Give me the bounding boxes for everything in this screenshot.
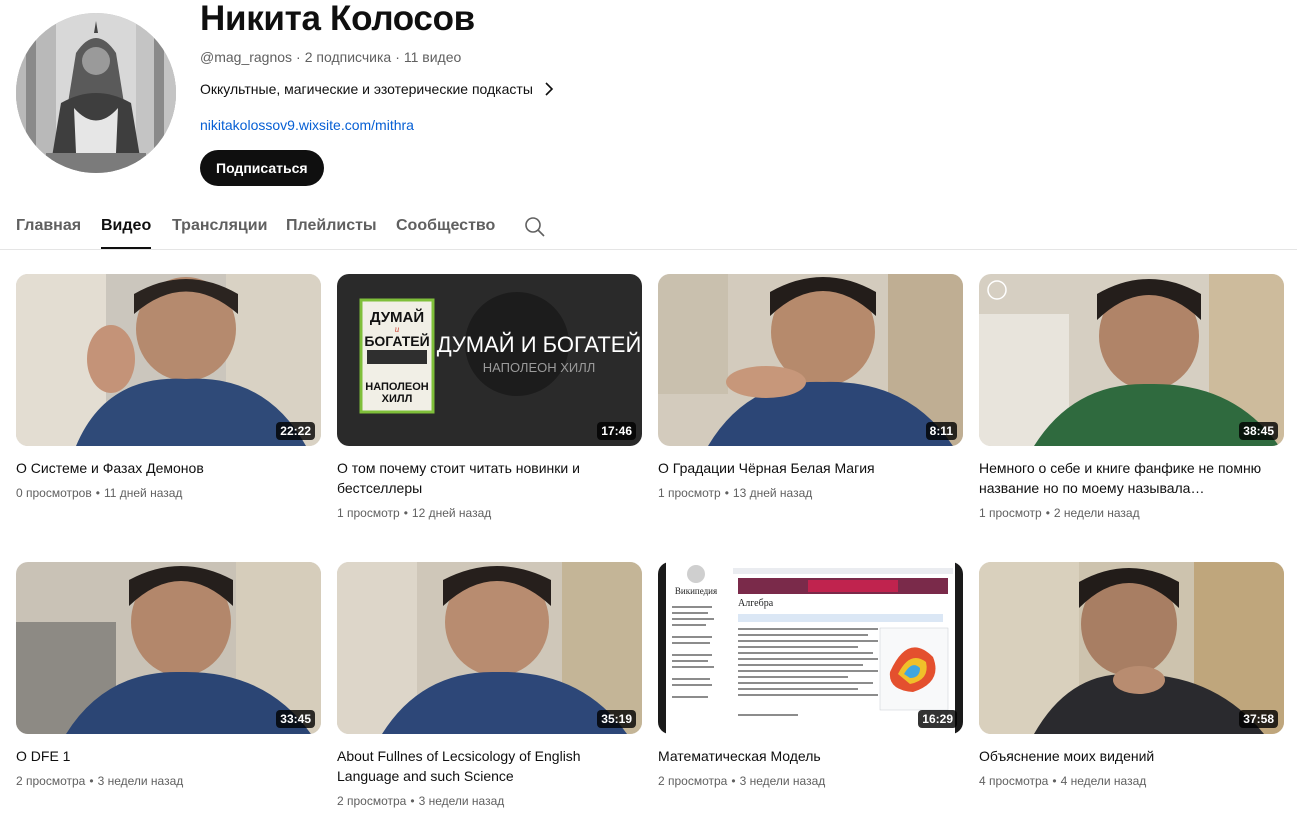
video-title[interactable]: Немного о себе и книге фанфике не помню … <box>979 458 1279 498</box>
meta-dot: • <box>95 486 100 500</box>
description-text: Оккультные, магические и эзотерические п… <box>200 81 533 97</box>
view-count: 2 просмотра <box>337 794 407 808</box>
video-meta: 1 просмотр • 13 дней назад <box>658 484 963 502</box>
wiki-logo-text: Википедия <box>675 586 717 596</box>
video-card[interactable]: ДУМАЙ и БОГАТЕЙ НАПОЛЕОН ХИЛЛ ДУМАЙ И БО… <box>337 274 642 522</box>
video-meta: 1 просмотр • 2 недели назад <box>979 504 1284 522</box>
channel-link[interactable]: nikitakolossov9.wixsite.com/mithra <box>200 116 414 134</box>
video-duration: 17:46 <box>597 422 636 440</box>
video-card[interactable]: 8:11 О Градации Чёрная Белая Магия 1 про… <box>658 274 963 502</box>
banner-author: НАПОЛЕОН ХИЛЛ <box>483 360 596 375</box>
upload-age: 13 дней назад <box>732 486 813 500</box>
book-author-line-2: ХИЛЛ <box>382 393 413 405</box>
video-thumbnail[interactable]: 37:58 <box>979 562 1284 734</box>
video-title[interactable]: About Fullnes of Lecsicology of English … <box>337 746 637 786</box>
search-icon[interactable] <box>524 216 546 238</box>
video-meta: 0 просмотров • 11 дней назад <box>16 484 321 502</box>
meta-dot: • <box>89 774 94 788</box>
meta-dot: • <box>410 794 415 808</box>
tab-home[interactable]: Главная <box>16 216 81 236</box>
subscriber-count: 2 подписчика <box>304 49 392 65</box>
banner-title: ДУМАЙ И БОГАТЕЙ <box>437 332 642 357</box>
view-count: 0 просмотров <box>16 486 92 500</box>
video-card[interactable]: 33:45 О DFE 1 2 просмотра • 3 недели наз… <box>16 562 321 790</box>
wiki-heading: Алгебра <box>738 598 774 609</box>
meta-separator: · <box>296 49 301 65</box>
video-thumbnail[interactable]: Википедия Алгебра 16:29 <box>658 562 963 734</box>
chevron-right-icon <box>543 80 555 98</box>
upload-age: 2 недели назад <box>1053 506 1140 520</box>
video-title[interactable]: О DFE 1 <box>16 746 316 766</box>
meta-dot: • <box>1045 506 1050 520</box>
statue-avatar-icon <box>16 13 176 173</box>
video-meta: 4 просмотра • 4 недели назад <box>979 772 1284 790</box>
meta-separator: · <box>395 49 400 65</box>
book-title-line-3: БОГАТЕЙ <box>364 332 429 349</box>
tab-live[interactable]: Трансляции <box>172 216 267 236</box>
video-thumbnail[interactable]: 8:11 <box>658 274 963 446</box>
meta-dot: • <box>724 486 729 500</box>
channel-handle: @mag_ragnos <box>200 49 293 65</box>
video-duration: 33:45 <box>276 710 315 728</box>
video-title[interactable]: Объяснение моих видений <box>979 746 1279 766</box>
channel-header: Никита Колосов @mag_ragnos · 2 подписчик… <box>16 0 1286 190</box>
video-thumbnail[interactable]: 35:19 <box>337 562 642 734</box>
tab-videos[interactable]: Видео <box>101 216 152 249</box>
video-card[interactable]: 38:45 Немного о себе и книге фанфике не … <box>979 274 1284 522</box>
upload-age: 3 недели назад <box>739 774 826 788</box>
video-thumbnail[interactable]: 33:45 <box>16 562 321 734</box>
upload-age: 12 дней назад <box>411 506 492 520</box>
subscribe-button[interactable]: Подписаться <box>200 150 324 186</box>
video-duration: 8:11 <box>925 422 957 440</box>
video-meta: 1 просмотр • 12 дней назад <box>337 504 642 522</box>
video-card[interactable]: 35:19 About Fullnes of Lecsicology of En… <box>337 562 642 810</box>
video-thumbnail[interactable]: ДУМАЙ и БОГАТЕЙ НАПОЛЕОН ХИЛЛ ДУМАЙ И БО… <box>337 274 642 446</box>
video-thumbnail[interactable]: 22:22 <box>16 274 321 446</box>
video-card[interactable]: 37:58 Объяснение моих видений 4 просмотр… <box>979 562 1284 790</box>
meta-dot: • <box>1052 774 1057 788</box>
video-duration: 37:58 <box>1239 710 1278 728</box>
video-title[interactable]: О том почему стоит читать новинки и бест… <box>337 458 637 498</box>
video-duration: 16:29 <box>918 710 957 728</box>
video-duration: 38:45 <box>1239 422 1278 440</box>
video-meta: 2 просмотра • 3 недели назад <box>337 792 642 810</box>
upload-age: 3 недели назад <box>418 794 505 808</box>
view-count: 1 просмотр <box>979 506 1042 520</box>
upload-age: 11 дней назад <box>103 486 183 500</box>
view-count: 2 просмотра <box>658 774 728 788</box>
channel-meta: @mag_ragnos · 2 подписчика · 11 видео <box>200 48 461 66</box>
channel-description[interactable]: Оккультные, магические и эзотерические п… <box>200 80 555 98</box>
video-duration: 35:19 <box>597 710 636 728</box>
view-count: 1 просмотр <box>658 486 721 500</box>
upload-age: 3 недели назад <box>97 774 184 788</box>
video-title[interactable]: О Системе и Фазах Демонов <box>16 458 316 478</box>
channel-tabs: Главная Видео Трансляции Плейлисты Сообщ… <box>0 200 1297 250</box>
video-meta: 2 просмотра • 3 недели назад <box>658 772 963 790</box>
view-count: 2 просмотра <box>16 774 86 788</box>
view-count: 1 просмотр <box>337 506 400 520</box>
tab-community[interactable]: Сообщество <box>396 216 495 236</box>
video-card[interactable]: 22:22 О Системе и Фазах Демонов 0 просмо… <box>16 274 321 502</box>
channel-title: Никита Колосов <box>200 0 475 38</box>
video-title[interactable]: О Градации Чёрная Белая Магия <box>658 458 958 478</box>
video-title[interactable]: Математическая Модель <box>658 746 958 766</box>
channel-avatar[interactable] <box>16 13 176 173</box>
tab-playlists[interactable]: Плейлисты <box>286 216 377 236</box>
meta-dot: • <box>403 506 408 520</box>
meta-dot: • <box>731 774 736 788</box>
book-author-line-1: НАПОЛЕОН <box>365 381 429 393</box>
video-count: 11 видео <box>403 49 462 65</box>
upload-age: 4 недели назад <box>1060 774 1147 788</box>
video-duration: 22:22 <box>276 422 315 440</box>
video-card[interactable]: Википедия Алгебра 16:29 Математическая М… <box>658 562 963 790</box>
video-thumbnail[interactable]: 38:45 <box>979 274 1284 446</box>
view-count: 4 просмотра <box>979 774 1049 788</box>
video-meta: 2 просмотра • 3 недели назад <box>16 772 321 790</box>
